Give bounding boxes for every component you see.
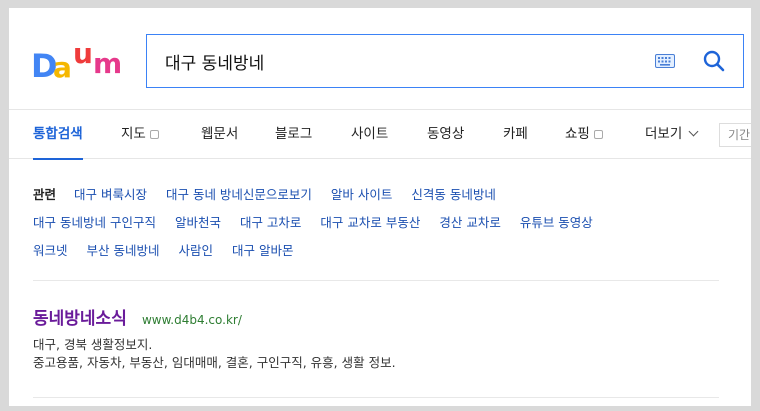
result-description: 대구, 경북 생활정보지. 중고용품, 자동차, 부동산, 임대매매, 결혼, … [33,336,396,372]
tab-label: 블로그 [275,126,313,142]
tab-label: 더보기 [645,126,683,142]
tab-label: 쇼핑 [565,126,590,142]
result-header: 동네방네소식 www.d4b4.co.kr/ [33,304,723,329]
result-title-link[interactable]: 동네방네소식 [33,309,127,329]
tab-more[interactable]: 더보기 [645,110,699,160]
related-link[interactable]: 알바천국 [175,215,221,230]
related-link[interactable]: 워크넷 [33,243,68,258]
divider [33,397,719,398]
tab-label: 카페 [503,126,528,142]
related-link[interactable]: 대구 동네 방네신문으로보기 [166,187,312,202]
related-link[interactable]: 대구 벼룩시장 [74,187,147,202]
tab-blog[interactable]: 블로그 [275,110,312,160]
related-link[interactable]: 유튜브 동영상 [520,215,593,230]
tab-cafe[interactable]: 카페 [503,110,528,160]
logo-letter-m: m [93,47,123,80]
logo-letter-u: u [73,37,93,70]
tab-video[interactable]: 동영상 [427,110,464,160]
new-window-icon [149,129,159,139]
keyboard-icon[interactable] [655,54,675,68]
related-link[interactable]: 사람인 [178,243,213,258]
tab-label: 웹문서 [201,126,239,142]
period-filter[interactable]: 기간 [719,123,751,147]
result-desc-line: 대구, 경북 생활정보지. [33,337,153,352]
search-input[interactable] [165,35,625,87]
chevron-down-icon [688,126,699,137]
header: D a u m [9,8,751,109]
related-link[interactable]: 대구 교차로 부동산 [320,215,420,230]
new-window-icon [593,129,603,139]
logo-letter-a: a [53,51,72,84]
tab-label: 지도 [121,126,146,142]
browser-page: D a u m 통합검색 지도 웹문서 블로그 사이트 [9,8,751,406]
result-desc-line: 중고용품, 자동차, 부동산, 임대매매, 결혼, 구인구직, 유흥, 생활 정… [33,355,396,370]
tab-label: 동영상 [427,126,465,142]
related-link[interactable]: 대구 알바몬 [232,243,293,258]
tab-map[interactable]: 지도 [121,110,159,160]
related-row: 관련 대구 벼룩시장 대구 동네 방네신문으로보기 알바 사이트 신격동 동네방… [33,184,511,204]
tab-label: 사이트 [351,126,389,142]
related-row: 워크넷 부산 동네방네 사람인 대구 알바몬 [33,240,308,260]
tab-label: 통합검색 [33,126,83,142]
search-result: 동네방네소식 www.d4b4.co.kr/ 대구, 경북 생활정보지. 중고용… [33,304,723,370]
daum-logo[interactable]: D a u m [31,37,127,84]
tab-shopping[interactable]: 쇼핑 [565,110,603,160]
search-tabs: 통합검색 지도 웹문서 블로그 사이트 동영상 카페 쇼핑 더보기 [9,109,751,160]
related-link[interactable]: 경산 교차로 [439,215,500,230]
tab-web-docs[interactable]: 웹문서 [201,110,238,160]
related-title: 관련 [33,187,57,202]
result-url[interactable]: www.d4b4.co.kr/ [142,313,242,327]
divider [33,280,719,281]
tab-integrated[interactable]: 통합검색 [33,110,83,160]
related-link[interactable]: 신격동 동네방네 [411,187,495,202]
related-link[interactable]: 알바 사이트 [331,187,392,202]
related-link[interactable]: 대구 고차로 [240,215,301,230]
tab-site[interactable]: 사이트 [351,110,388,160]
search-box [146,34,744,88]
related-row: 대구 동네방네 구인구직 알바천국 대구 고차로 대구 교차로 부동산 경산 교… [33,212,608,232]
related-link[interactable]: 부산 동네방네 [87,243,160,258]
related-link[interactable]: 대구 동네방네 구인구직 [33,215,156,230]
period-label: 기간 [728,128,751,142]
magnifier-icon[interactable] [702,49,726,73]
